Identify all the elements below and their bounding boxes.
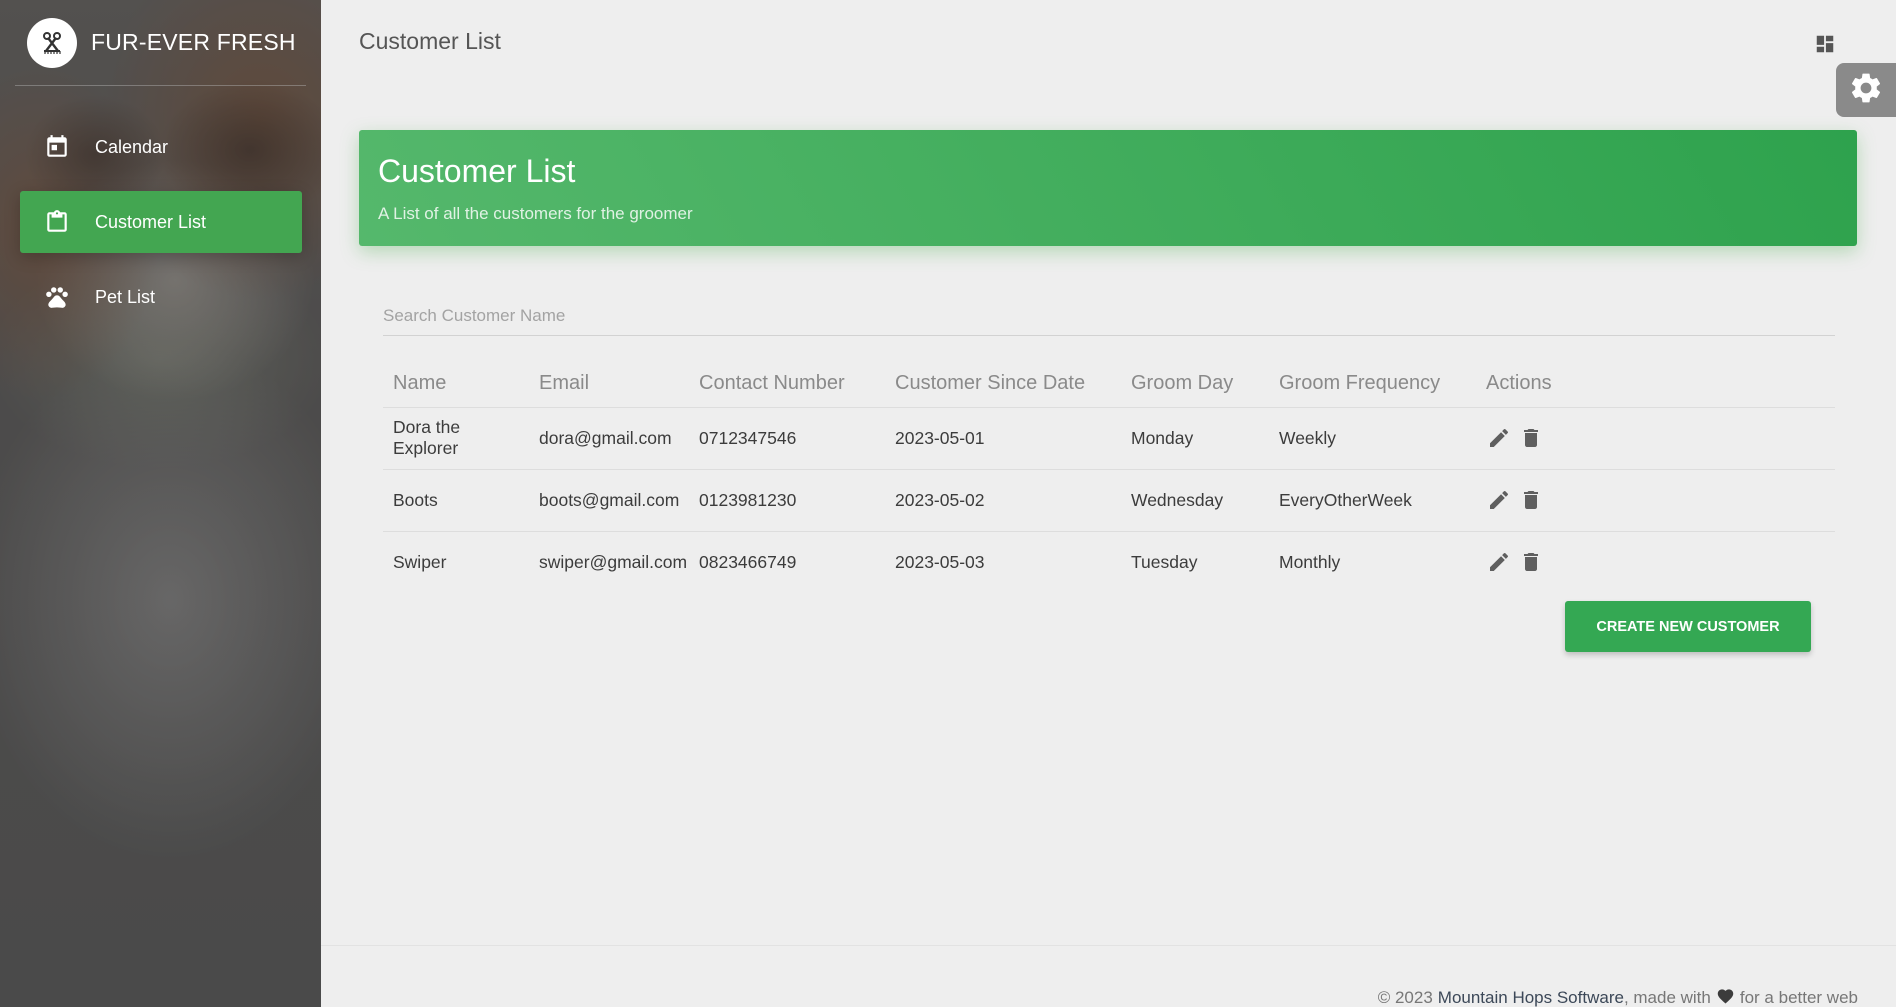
- settings-button[interactable]: [1836, 63, 1896, 117]
- footer: © 2023 Mountain Hops Software, made with…: [321, 945, 1896, 1007]
- footer-company-link[interactable]: Mountain Hops Software: [1438, 988, 1624, 1007]
- footer-prefix: © 2023: [1377, 988, 1433, 1007]
- logo-icon: [27, 17, 77, 68]
- clipboard-icon: [42, 207, 72, 237]
- column-header-since: Customer Since Date: [885, 360, 1121, 408]
- gear-icon: [1848, 70, 1884, 111]
- cell-contact: 0123981230: [689, 469, 885, 532]
- heart-icon: [1716, 987, 1735, 1007]
- sidebar-item-pet-list[interactable]: Pet List: [20, 266, 302, 328]
- edit-icon[interactable]: [1486, 487, 1512, 513]
- footer-suffix: for a better web: [1739, 988, 1858, 1007]
- table-header-row: Name Email Contact Number Customer Since…: [383, 360, 1835, 408]
- create-new-customer-button[interactable]: CREATE NEW CUSTOMER: [1565, 601, 1811, 652]
- card-title: Customer List: [378, 153, 576, 189]
- delete-icon[interactable]: [1518, 425, 1544, 451]
- delete-icon[interactable]: [1518, 487, 1544, 513]
- sidebar-item-label: Customer List: [95, 211, 207, 232]
- table-row: Swiper swiper@gmail.com 0823466749 2023-…: [383, 531, 1835, 593]
- page-title: Customer List: [359, 28, 501, 54]
- search-field: [383, 296, 1835, 336]
- search-input[interactable]: [383, 296, 1835, 335]
- cell-name: Swiper: [393, 551, 447, 572]
- cell-groom-day: Tuesday: [1131, 551, 1198, 572]
- footer-copyright: © 2023 Mountain Hops Software, made with…: [1378, 987, 1858, 1007]
- column-header-actions: Actions: [1476, 360, 1835, 408]
- edit-icon[interactable]: [1486, 425, 1512, 451]
- brand[interactable]: FUR-EVER FRESH: [15, 0, 306, 86]
- customer-table: Name Email Contact Number Customer Since…: [383, 360, 1835, 593]
- edit-icon[interactable]: [1486, 549, 1512, 575]
- cell-since: 2023-05-03: [895, 551, 985, 572]
- cell-groom-day: Wednesday: [1121, 469, 1269, 532]
- page-header-card: Customer List A List of all the customer…: [359, 130, 1857, 246]
- paw-icon: [42, 282, 72, 312]
- column-header-email: Email: [529, 360, 689, 408]
- cell-contact: 0712347546: [689, 407, 885, 470]
- cell-groom-day: Monday: [1121, 407, 1269, 470]
- table-row: Boots boots@gmail.com 0123981230 2023-05…: [383, 469, 1835, 532]
- footer-middle: , made with: [1623, 988, 1711, 1007]
- cell-since: 2023-05-02: [885, 469, 1121, 532]
- column-header-groom-day: Groom Day: [1121, 360, 1269, 408]
- column-header-contact: Contact Number: [689, 360, 885, 408]
- table-row: Dora the Explorer dora@gmail.com 0712347…: [383, 407, 1835, 470]
- cell-contact: 0823466749: [699, 551, 797, 572]
- cell-actions: [1476, 469, 1835, 532]
- sidebar-item-label: Calendar: [95, 136, 169, 157]
- cell-actions: [1476, 407, 1835, 470]
- main-content: Customer List Customer List A List of al…: [321, 0, 1896, 1007]
- sidebar-item-label: Pet List: [95, 286, 156, 307]
- brand-name: FUR-EVER FRESH: [91, 29, 296, 55]
- cell-groom-frequency: Monthly: [1279, 551, 1341, 572]
- cell-groom-frequency: Weekly: [1269, 407, 1476, 470]
- cell-email: dora@gmail.com: [529, 407, 689, 470]
- cell-since: 2023-05-01: [885, 407, 1121, 470]
- cell-actions: [1476, 531, 1835, 593]
- sidebar-item-calendar[interactable]: Calendar: [20, 116, 302, 178]
- cell-email: swiper@gmail.com: [539, 551, 688, 572]
- cell-email: boots@gmail.com: [529, 469, 689, 532]
- dashboard-icon[interactable]: [1814, 33, 1836, 55]
- sidebar-item-customer-list[interactable]: Customer List: [20, 191, 302, 253]
- sidebar-nav: Calendar Customer List Pet List: [20, 116, 302, 341]
- column-header-groom-frequency: Groom Frequency: [1269, 360, 1476, 408]
- cell-groom-frequency: EveryOtherWeek: [1269, 469, 1476, 532]
- card-subtitle: A List of all the customers for the groo…: [378, 204, 693, 223]
- delete-icon[interactable]: [1518, 549, 1544, 575]
- cell-name: Dora the Explorer: [383, 407, 529, 470]
- cell-name: Boots: [383, 469, 529, 532]
- column-header-name: Name: [383, 360, 529, 408]
- sidebar: FUR-EVER FRESH Calendar Customer List Pe…: [0, 0, 321, 1007]
- calendar-icon: [42, 132, 72, 162]
